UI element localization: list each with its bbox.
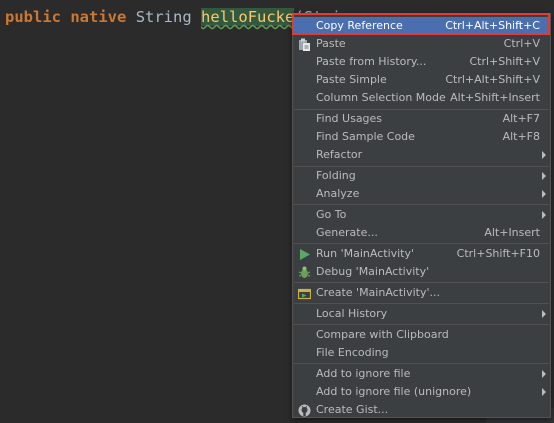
menu-item-label: Find Sample Code bbox=[316, 130, 415, 143]
menu-item-shortcut: Alt+F7 bbox=[502, 112, 540, 125]
keyword-native: native bbox=[70, 8, 127, 26]
menu-item-folding[interactable]: Folding bbox=[293, 167, 550, 185]
menu-item-label: Create Gist... bbox=[316, 403, 389, 416]
menu-separator bbox=[294, 243, 549, 244]
menu-item-find-usages[interactable]: Find Usages Alt+F7 bbox=[293, 110, 550, 128]
menu-item-analyze[interactable]: Analyze bbox=[293, 185, 550, 203]
menu-item-compare-with-clipboard[interactable]: Compare with Clipboard bbox=[293, 326, 550, 344]
submenu-arrow-icon bbox=[542, 370, 546, 378]
menu-item-shortcut: Ctrl+Shift+F10 bbox=[456, 247, 540, 260]
menu-separator bbox=[294, 303, 549, 304]
menu-separator bbox=[294, 363, 549, 364]
run-icon bbox=[300, 249, 310, 260]
menu-separator bbox=[294, 324, 549, 325]
method-name[interactable]: helloFucke bbox=[201, 8, 295, 26]
menu-item-generate[interactable]: Generate... Alt+Insert bbox=[293, 224, 550, 242]
menu-item-run[interactable]: Run 'MainActivity' Ctrl+Shift+F10 bbox=[293, 245, 550, 263]
menu-item-add-to-ignore-file[interactable]: Add to ignore file bbox=[293, 365, 550, 383]
highlight-outline bbox=[292, 13, 550, 35]
menu-item-label: Paste from History... bbox=[316, 55, 427, 68]
menu-item-label: Go To bbox=[316, 208, 347, 221]
menu-item-shortcut: Ctrl+Shift+V bbox=[469, 55, 540, 68]
menu-item-label: Folding bbox=[316, 169, 356, 182]
menu-item-label: Add to ignore file bbox=[316, 367, 411, 380]
menu-separator bbox=[294, 204, 549, 205]
submenu-arrow-icon bbox=[542, 151, 546, 159]
menu-item-add-to-ignore-file-unignore[interactable]: Add to ignore file (unignore) bbox=[293, 383, 550, 401]
debug-icon bbox=[298, 266, 311, 278]
menu-item-paste-from-history[interactable]: Paste from History... Ctrl+Shift+V bbox=[293, 53, 550, 71]
menu-item-label: File Encoding bbox=[316, 346, 389, 359]
menu-item-paste[interactable]: Paste Ctrl+V bbox=[293, 35, 550, 53]
menu-item-paste-simple[interactable]: Paste Simple Ctrl+Alt+Shift+V bbox=[293, 71, 550, 89]
menu-item-label: Create 'MainActivity'... bbox=[316, 286, 440, 299]
menu-item-label: Add to ignore file (unignore) bbox=[316, 385, 472, 398]
github-icon bbox=[298, 404, 311, 417]
menu-item-shortcut: Alt+Insert bbox=[484, 226, 540, 239]
menu-separator bbox=[294, 282, 549, 283]
menu-item-create-gist[interactable]: Create Gist... bbox=[293, 401, 550, 419]
menu-item-refactor[interactable]: Refactor bbox=[293, 146, 550, 164]
menu-item-create-config[interactable]: Create 'MainActivity'... bbox=[293, 284, 550, 302]
context-menu: Copy Reference Ctrl+Alt+Shift+C Paste Ct… bbox=[292, 13, 551, 418]
menu-item-shortcut: Ctrl+Alt+Shift+V bbox=[445, 73, 540, 86]
menu-item-label: Find Usages bbox=[316, 112, 383, 125]
create-config-icon bbox=[298, 288, 311, 300]
submenu-arrow-icon bbox=[542, 190, 546, 198]
menu-item-label: Column Selection Mode bbox=[316, 91, 446, 104]
menu-item-label: Debug 'MainActivity' bbox=[316, 265, 430, 278]
menu-item-find-sample-code[interactable]: Find Sample Code Alt+F8 bbox=[293, 128, 550, 146]
menu-item-column-selection-mode[interactable]: Column Selection Mode Alt+Shift+Insert bbox=[293, 89, 550, 107]
menu-item-label: Refactor bbox=[316, 148, 363, 161]
submenu-arrow-icon bbox=[542, 388, 546, 396]
menu-item-debug[interactable]: Debug 'MainActivity' bbox=[293, 263, 550, 281]
menu-item-label: Paste Simple bbox=[316, 73, 387, 86]
keyword-public: public bbox=[5, 8, 61, 26]
menu-item-go-to[interactable]: Go To bbox=[293, 206, 550, 224]
menu-item-label: Local History bbox=[316, 307, 388, 320]
menu-item-label: Paste bbox=[316, 37, 346, 50]
menu-item-local-history[interactable]: Local History bbox=[293, 305, 550, 323]
menu-item-file-encoding[interactable]: File Encoding bbox=[293, 344, 550, 362]
menu-item-label: Analyze bbox=[316, 187, 360, 200]
submenu-arrow-icon bbox=[542, 211, 546, 219]
menu-item-shortcut: Ctrl+V bbox=[503, 37, 540, 50]
type-string: String bbox=[135, 8, 192, 26]
submenu-arrow-icon bbox=[542, 172, 546, 180]
menu-item-label: Compare with Clipboard bbox=[316, 328, 449, 341]
menu-item-label: Run 'MainActivity' bbox=[316, 247, 415, 260]
menu-item-shortcut: Alt+F8 bbox=[502, 130, 540, 143]
paste-icon bbox=[299, 38, 310, 51]
menu-item-shortcut: Alt+Shift+Insert bbox=[450, 91, 540, 104]
submenu-arrow-icon bbox=[542, 310, 546, 318]
menu-item-label: Generate... bbox=[316, 226, 378, 239]
